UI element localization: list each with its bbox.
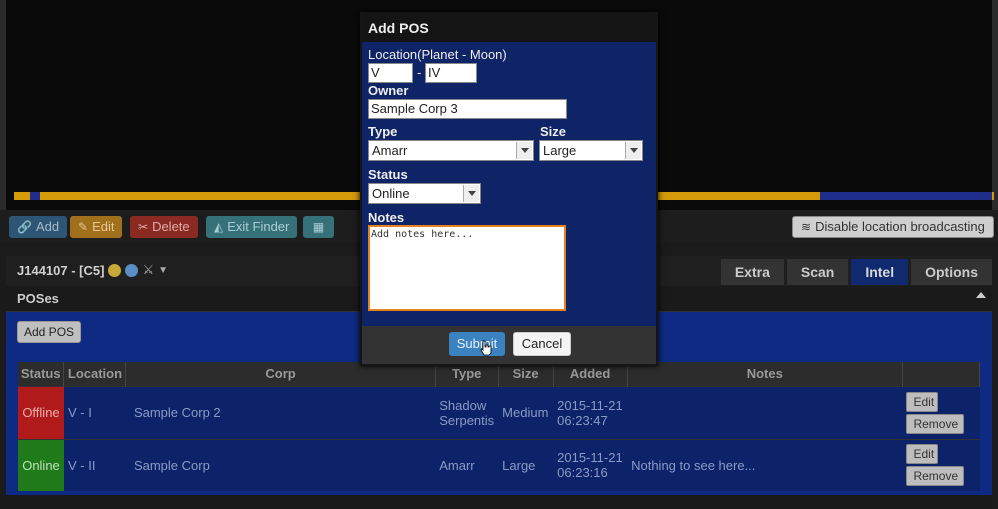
static-icon bbox=[125, 263, 139, 277]
add-button[interactable]: 🔗 Add bbox=[9, 216, 68, 238]
size-cell: Medium bbox=[498, 385, 554, 439]
delete-button[interactable]: ✂ Delete bbox=[130, 216, 198, 238]
location-label: Location(Planet - Moon) bbox=[368, 47, 507, 62]
size-select[interactable]: Large bbox=[539, 140, 643, 161]
actions-cell: Edit Remove bbox=[902, 438, 980, 491]
system-name: J144107 - [C5] bbox=[17, 262, 105, 278]
disable-broadcast-label: Disable location broadcasting bbox=[815, 219, 985, 234]
actions-cell: Edit Remove bbox=[902, 385, 980, 439]
table-icon: ▦ bbox=[312, 220, 325, 234]
tab-scan[interactable]: Scan bbox=[786, 259, 849, 285]
unlink-icon: ✂ bbox=[138, 220, 149, 234]
exit-finder-button-label: Exit Finder bbox=[227, 219, 290, 234]
chevron-down-icon bbox=[516, 142, 532, 159]
tab-extra[interactable]: Extra bbox=[720, 259, 784, 285]
add-pos-dialog: Add POS Location(Planet - Moon) V - IV O… bbox=[360, 12, 658, 366]
tab-options[interactable]: Options bbox=[911, 259, 992, 285]
type-value: Amarr bbox=[372, 143, 408, 158]
status-value: Online bbox=[372, 186, 410, 201]
add-button-label: Add bbox=[35, 219, 60, 234]
type-line1: Shadow bbox=[439, 397, 487, 413]
edit-row-button[interactable]: Edit bbox=[906, 444, 939, 465]
added-cell: 2015-11-21 06:23:16 bbox=[553, 438, 628, 491]
status-select[interactable]: Online bbox=[368, 183, 481, 204]
edit-button[interactable]: ✎ Edit bbox=[70, 216, 123, 238]
type-select[interactable]: Amarr bbox=[368, 140, 534, 161]
chevron-down-icon bbox=[625, 142, 641, 159]
dialog-footer: Submit Cancel bbox=[362, 326, 656, 364]
edit-button-label: Edit bbox=[92, 219, 115, 234]
col-status[interactable]: Status bbox=[18, 362, 65, 386]
exit-finder-button[interactable]: ◭ Exit Finder bbox=[206, 216, 298, 238]
col-notes[interactable]: Notes bbox=[627, 362, 903, 386]
type-cell: Amarr bbox=[435, 438, 499, 491]
location-separator: - bbox=[417, 65, 422, 80]
table-view-button[interactable]: ▦ bbox=[303, 216, 334, 238]
added-cell: 2015-11-21 06:23:47 bbox=[553, 385, 628, 439]
binoculars-icon: ◭ bbox=[214, 220, 224, 234]
pos-table: Status Location Corp Type Size Added Not… bbox=[18, 362, 981, 491]
submit-button[interactable]: Submit bbox=[449, 332, 505, 356]
remove-row-button[interactable]: Remove bbox=[906, 413, 965, 434]
owner-input[interactable]: Sample Corp 3 bbox=[368, 99, 567, 119]
corp-cell: Sample Corp bbox=[125, 438, 436, 491]
col-location[interactable]: Location bbox=[63, 362, 127, 386]
swords-icon: ⚔ bbox=[142, 262, 155, 277]
added-date: 2015-11-21 bbox=[557, 450, 623, 466]
add-pos-button[interactable]: Add POS bbox=[17, 321, 82, 343]
wifi-icon: ≋ bbox=[801, 220, 812, 234]
system-title: J144107 - [C5] ⚔ ▼ bbox=[17, 262, 168, 278]
col-actions bbox=[902, 362, 981, 386]
poses-title: POSes bbox=[17, 291, 59, 306]
tab-bar: Extra Scan Intel Options bbox=[720, 259, 992, 285]
hand-cursor-icon bbox=[480, 340, 492, 356]
moon-input[interactable]: IV bbox=[425, 63, 477, 83]
table-row: Online V - II Sample Corp Amarr Large 20… bbox=[18, 438, 980, 491]
tab-intel[interactable]: Intel bbox=[851, 259, 909, 285]
location-cell: V - I bbox=[63, 385, 126, 439]
status-cell: Offline bbox=[18, 385, 64, 439]
type-cell: Shadow Serpentis bbox=[435, 385, 499, 439]
size-value: Large bbox=[543, 143, 577, 158]
chevron-down-icon[interactable]: ▼ bbox=[158, 265, 168, 276]
owner-label: Owner bbox=[368, 83, 409, 98]
chevron-down-icon bbox=[463, 185, 479, 202]
edit-row-button[interactable]: Edit bbox=[906, 391, 939, 412]
dialog-title: Add POS bbox=[362, 14, 656, 42]
added-date: 2015-11-21 bbox=[557, 397, 623, 413]
notes-label: Notes bbox=[368, 210, 405, 225]
cancel-button[interactable]: Cancel bbox=[513, 332, 571, 356]
location-cell: V - II bbox=[63, 438, 126, 491]
status-cell: Online bbox=[18, 438, 64, 491]
pencil-icon: ✎ bbox=[78, 220, 89, 234]
collapse-icon[interactable] bbox=[976, 292, 986, 298]
type-line2: Serpentis bbox=[439, 412, 495, 428]
link-icon: 🔗 bbox=[17, 220, 32, 234]
delete-button-label: Delete bbox=[152, 219, 190, 234]
disable-location-broadcasting-button[interactable]: ≋ Disable location broadcasting bbox=[792, 216, 994, 238]
notes-cell bbox=[627, 385, 903, 439]
added-time: 06:23:16 bbox=[557, 465, 608, 481]
added-time: 06:23:47 bbox=[557, 412, 608, 428]
type-line1: Amarr bbox=[439, 457, 475, 473]
notes-cell: Nothing to see here... bbox=[627, 438, 903, 491]
size-cell: Large bbox=[498, 438, 554, 491]
type-label: Type bbox=[368, 124, 398, 139]
remove-row-button[interactable]: Remove bbox=[906, 466, 965, 487]
size-label: Size bbox=[540, 124, 567, 139]
table-row: Offline V - I Sample Corp 2 Shadow Serpe… bbox=[18, 385, 980, 439]
bottom-strip bbox=[6, 495, 992, 509]
status-label: Status bbox=[368, 167, 408, 182]
corp-cell: Sample Corp 2 bbox=[125, 385, 436, 439]
planet-input[interactable]: V bbox=[368, 63, 413, 83]
notes-textarea[interactable]: Add notes here... bbox=[368, 225, 566, 311]
effect-icon bbox=[108, 263, 122, 277]
